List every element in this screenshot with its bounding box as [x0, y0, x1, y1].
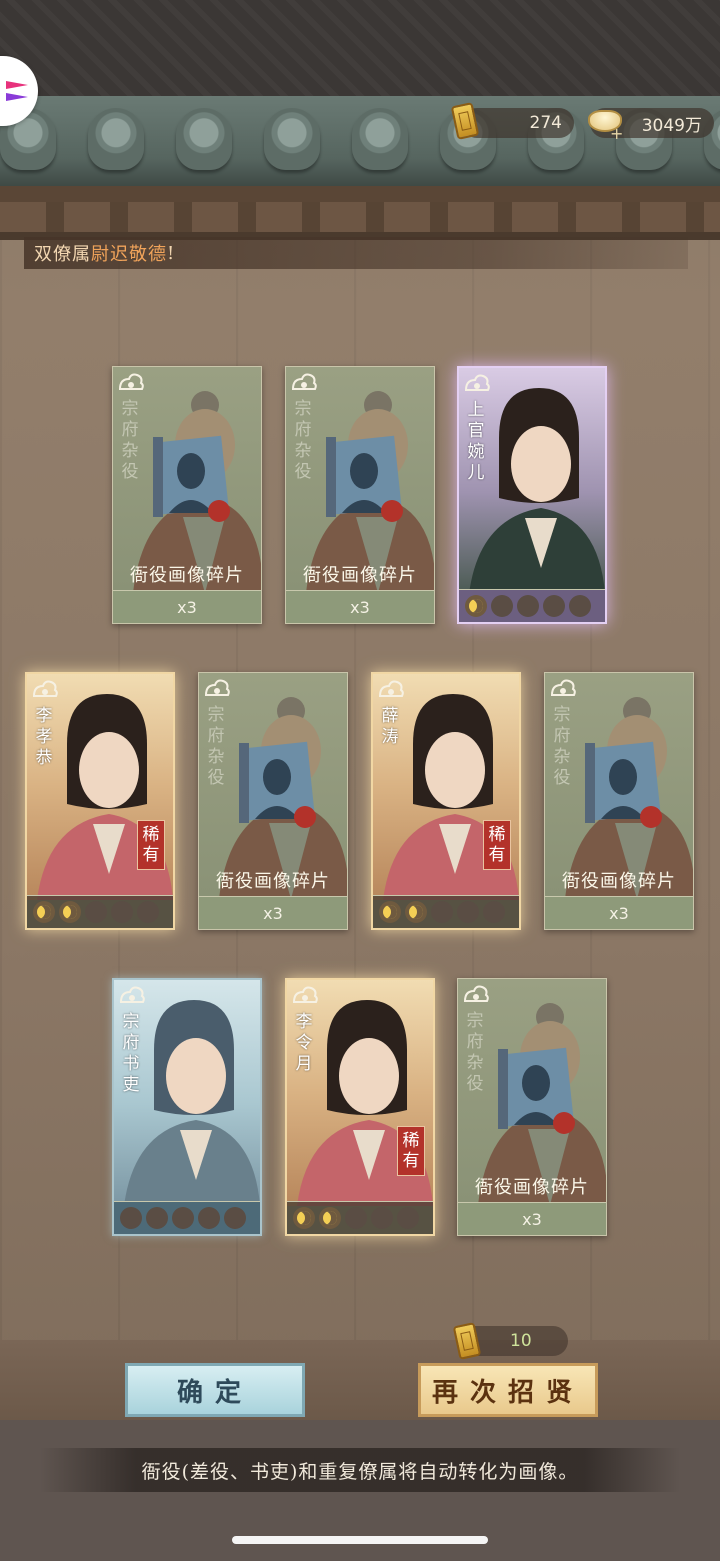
add-silver-icon[interactable]: + [610, 124, 623, 143]
roof-beam [0, 186, 720, 202]
rarity-badge: 稀有 [483, 820, 511, 870]
moon-star-icon [371, 1207, 393, 1229]
scroll-fragment-icon [326, 435, 403, 522]
moon-star-icon [517, 595, 539, 617]
star-rating [287, 1201, 433, 1234]
top-band [0, 0, 720, 96]
cloud-seal-icon [118, 373, 144, 390]
moon-star-icon [431, 901, 453, 923]
character-card[interactable]: 薛涛稀有 [371, 672, 521, 930]
fragment-quantity: x3 [199, 896, 347, 929]
cloud-seal-icon [464, 374, 490, 391]
scroll-fragment-icon [153, 435, 230, 522]
moon-star-icon [379, 901, 401, 923]
moon-star-icon [120, 1207, 142, 1229]
fragment-card[interactable]: 宗府杂役衙役画像碎片 x3 [285, 366, 435, 624]
fragment-card[interactable]: 宗府杂役衙役画像碎片 x3 [198, 672, 348, 930]
rarity-badge: 稀有 [397, 1126, 425, 1176]
character-card[interactable]: 宗府书吏 [112, 978, 262, 1236]
cloud-seal-icon [292, 986, 318, 1003]
rarity-badge: 稀有 [137, 820, 165, 870]
moon-star-icon [397, 1207, 419, 1229]
moon-star-icon [137, 901, 159, 923]
character-card[interactable]: 李令月稀有 [285, 978, 435, 1236]
character-name: 宗府书吏 [122, 1012, 140, 1095]
fragment-label: 衙役画像碎片 [303, 565, 417, 586]
home-indicator[interactable] [232, 1536, 488, 1544]
assistant-logo-icon [6, 81, 28, 101]
result-banner: 双僚属 尉迟敬德! [24, 237, 688, 269]
moon-star-icon [33, 901, 55, 923]
star-rating [373, 895, 519, 928]
moon-star-icon [111, 901, 133, 923]
recruit-again-button[interactable]: 再次招贤 [418, 1363, 598, 1417]
card-side-name: 宗府杂役 [121, 399, 139, 482]
moon-star-icon [465, 595, 487, 617]
character-card[interactable]: 上官婉儿 [457, 366, 607, 624]
moon-star-icon [198, 1207, 220, 1229]
cloud-seal-icon [32, 680, 58, 697]
cloud-seal-icon [550, 679, 576, 696]
footer-note: 衙役(差役、书吏)和重复僚属将自动转化为画像。 [40, 1448, 680, 1492]
confirm-button[interactable]: 确定 [125, 1363, 305, 1417]
token-count: 274 [529, 113, 562, 133]
moon-star-icon [59, 901, 81, 923]
card-side-name: 宗府杂役 [207, 705, 225, 788]
fragment-quantity: x3 [545, 896, 693, 929]
roof-brackets [0, 202, 720, 232]
fragment-label: 衙役画像碎片 [475, 1177, 589, 1198]
moon-star-icon [543, 595, 565, 617]
fragment-card[interactable]: 宗府杂役衙役画像碎片 x3 [457, 978, 607, 1236]
moon-star-icon [405, 901, 427, 923]
fragment-label: 衙役画像碎片 [562, 871, 676, 892]
floor-panel [0, 1340, 720, 1420]
scroll-fragment-icon [585, 741, 662, 828]
scroll-fragment-icon [239, 741, 316, 828]
cloud-seal-icon [291, 373, 317, 390]
character-name: 李孝恭 [35, 706, 53, 768]
moon-star-icon [483, 901, 505, 923]
moon-star-icon [146, 1207, 168, 1229]
moon-star-icon [85, 901, 107, 923]
scroll-fragment-icon [498, 1047, 575, 1134]
banner-suffix: ! [167, 242, 176, 264]
token-icon [452, 1322, 482, 1360]
recruit-cost-value: 10 [510, 1331, 532, 1351]
fragment-label: 衙役画像碎片 [216, 871, 330, 892]
moon-star-icon [345, 1207, 367, 1229]
fragment-quantity: x3 [113, 590, 261, 623]
star-rating [114, 1201, 260, 1234]
moon-star-icon [293, 1207, 315, 1229]
character-name: 李令月 [295, 1012, 313, 1074]
banner-highlight-name: 尉迟敬德 [91, 244, 167, 265]
fragment-quantity: x3 [458, 1202, 606, 1235]
card-side-name: 宗府杂役 [466, 1011, 484, 1094]
character-name: 薛涛 [381, 706, 399, 747]
fragment-quantity: x3 [286, 590, 434, 623]
banner-prefix: 双僚属 [34, 244, 91, 265]
fragment-label: 衙役画像碎片 [130, 565, 244, 586]
moon-star-icon [491, 595, 513, 617]
card-side-name: 宗府杂役 [553, 705, 571, 788]
cloud-seal-icon [119, 986, 145, 1003]
moon-star-icon [457, 901, 479, 923]
token-counter[interactable]: 274 [462, 108, 574, 138]
character-name: 上官婉儿 [467, 400, 485, 483]
card-side-name: 宗府杂役 [294, 399, 312, 482]
star-rating [27, 895, 173, 928]
cloud-seal-icon [463, 985, 489, 1002]
star-rating [459, 589, 605, 622]
character-card[interactable]: 李孝恭稀有 [25, 672, 175, 930]
fragment-card[interactable]: 宗府杂役衙役画像碎片 x3 [112, 366, 262, 624]
token-icon [450, 102, 480, 140]
moon-star-icon [569, 595, 591, 617]
cloud-seal-icon [378, 680, 404, 697]
moon-star-icon [224, 1207, 246, 1229]
moon-star-icon [319, 1207, 341, 1229]
cloud-seal-icon [204, 679, 230, 696]
fragment-card[interactable]: 宗府杂役衙役画像碎片 x3 [544, 672, 694, 930]
silver-count: 3049万 [641, 115, 702, 136]
moon-star-icon [172, 1207, 194, 1229]
